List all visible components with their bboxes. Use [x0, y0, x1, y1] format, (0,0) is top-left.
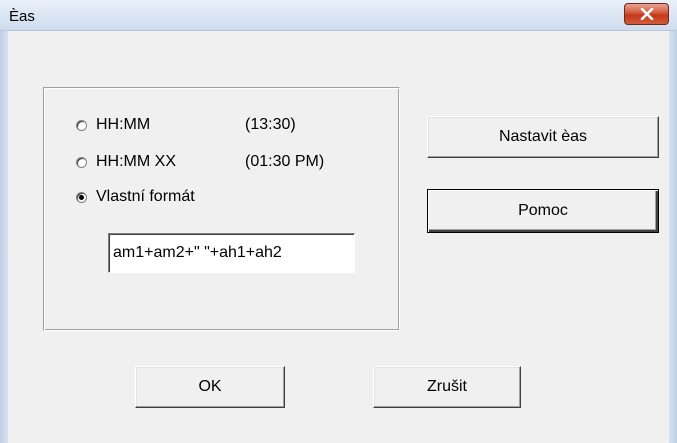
set-time-button[interactable]: Nastavit èas	[427, 116, 659, 158]
cancel-button[interactable]: Zrušit	[373, 366, 521, 408]
radio-label-custom: Vlastní formát	[96, 188, 195, 205]
example-hhmm: (13:30)	[245, 116, 296, 133]
close-icon	[640, 8, 654, 20]
window-title: Èas	[9, 8, 35, 25]
cancel-button-label: Zrušit	[427, 378, 467, 395]
title-bar[interactable]: Èas	[0, 0, 677, 31]
radio-button-hhmm-ampm[interactable]	[76, 156, 87, 168]
example-hhmm-ampm: (01:30 PM)	[245, 153, 325, 170]
window-frame-right	[669, 31, 677, 443]
radio-option-hhmm-ampm[interactable]: HH:MM XX	[76, 153, 176, 171]
radio-button-custom[interactable]	[76, 191, 87, 203]
radio-label-hhmm: HH:MM	[96, 116, 151, 133]
window-frame-left	[0, 31, 8, 443]
custom-format-input[interactable]: am1+am2+" "+ah1+ah2	[108, 233, 355, 273]
close-button[interactable]	[624, 3, 669, 25]
set-time-button-label: Nastavit èas	[498, 128, 588, 145]
ok-button-label: OK	[198, 378, 222, 395]
radio-button-hhmm[interactable]	[76, 119, 87, 131]
help-button[interactable]: Pomoc	[427, 189, 659, 233]
ok-button[interactable]: OK	[135, 366, 285, 408]
help-button-label: Pomoc	[518, 202, 568, 219]
radio-option-hhmm[interactable]: HH:MM	[76, 116, 150, 134]
time-format-dialog: Èas HH:MM (13:30) HH:MM XX (01:30 PM) Vl…	[0, 0, 677, 443]
radio-label-hhmm-ampm: HH:MM XX	[96, 153, 176, 170]
radio-option-custom[interactable]: Vlastní formát	[76, 188, 195, 206]
